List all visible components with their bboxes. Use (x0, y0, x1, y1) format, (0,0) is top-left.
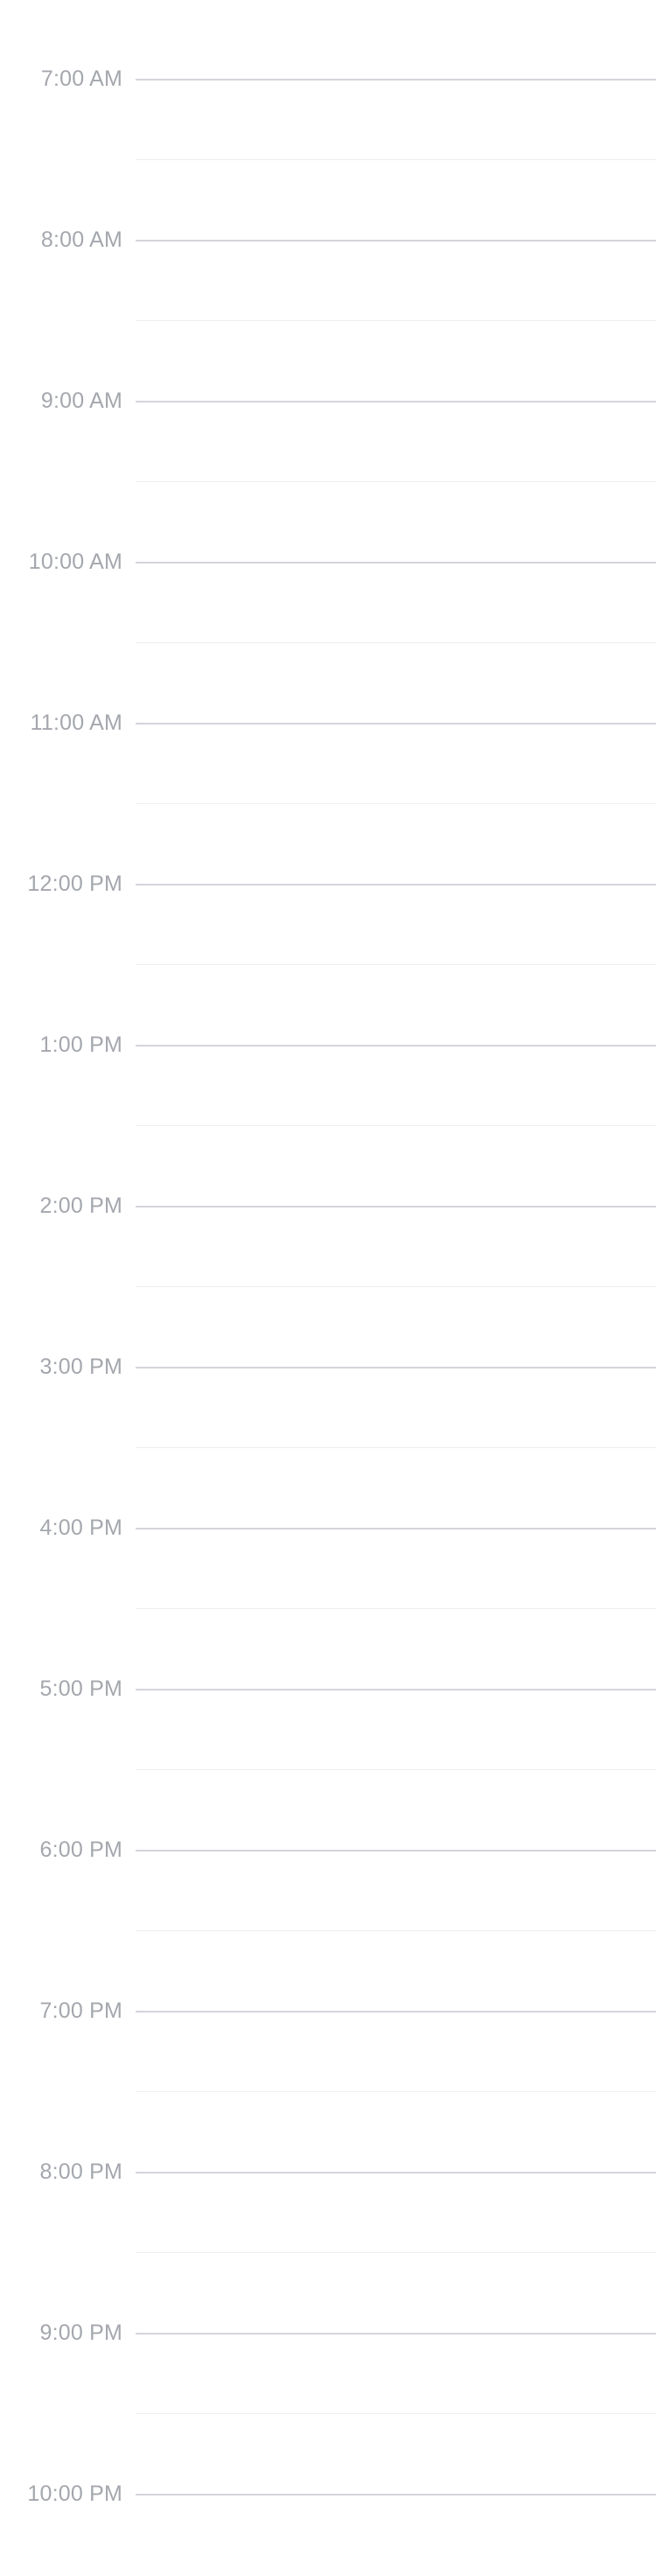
hour-label: 3:00 PM (39, 1354, 122, 1379)
hour-divider (136, 240, 656, 242)
hour-slot-9pm[interactable]: 9:00 PM (0, 2254, 656, 2415)
hour-label: 6:00 PM (39, 1838, 122, 1862)
hour-divider (136, 79, 656, 80)
hour-label: 11:00 AM (30, 710, 122, 735)
hour-label: 9:00 PM (39, 2320, 122, 2345)
hour-divider (136, 1689, 656, 1690)
hour-divider (136, 1850, 656, 1852)
hour-label: 4:00 PM (39, 1516, 122, 1540)
hour-label: 12:00 PM (27, 872, 122, 896)
hour-slot-4pm[interactable]: 4:00 PM (0, 1449, 656, 1610)
hour-divider (136, 2494, 656, 2496)
hour-slot-8am[interactable]: 8:00 AM (0, 161, 656, 322)
half-hour-divider (136, 159, 656, 160)
hour-label: 2:00 PM (39, 1194, 122, 1218)
half-hour-divider (136, 2252, 656, 2253)
half-hour-divider (136, 803, 656, 804)
hour-label: 5:00 PM (39, 1676, 122, 1701)
hour-divider (136, 1045, 656, 1046)
hour-slot-11am[interactable]: 11:00 AM (0, 644, 656, 805)
hour-divider (136, 1367, 656, 1368)
half-hour-divider (136, 1125, 656, 1126)
hour-slot-5pm[interactable]: 5:00 PM (0, 1610, 656, 1771)
hour-divider (136, 1528, 656, 1530)
day-timeline[interactable]: 7:00 AM 8:00 AM 9:00 AM 10:00 AM 11:00 A… (0, 0, 656, 2574)
half-hour-divider (136, 320, 656, 321)
hour-label: 8:00 AM (40, 228, 122, 252)
hour-divider (136, 1206, 656, 1208)
hour-divider (136, 562, 656, 564)
half-hour-divider (136, 964, 656, 965)
half-hour-divider (136, 1608, 656, 1609)
hour-slot-9am[interactable]: 9:00 AM (0, 322, 656, 483)
hour-divider (136, 2011, 656, 2012)
hour-divider (136, 2333, 656, 2334)
hour-label: 7:00 AM (40, 66, 122, 91)
half-hour-divider (136, 2413, 656, 2414)
hour-divider (136, 723, 656, 724)
hour-label: 1:00 PM (39, 1032, 122, 1057)
half-hour-divider (136, 1769, 656, 1770)
hour-slot-12pm[interactable]: 12:00 PM (0, 805, 656, 966)
half-hour-divider (136, 481, 656, 482)
hour-slot-3pm[interactable]: 3:00 PM (0, 1288, 656, 1449)
hour-slot-10am[interactable]: 10:00 AM (0, 483, 656, 644)
half-hour-divider (136, 642, 656, 643)
hour-label: 10:00 PM (27, 2482, 122, 2506)
hour-slot-7am[interactable]: 7:00 AM (0, 0, 656, 161)
hour-divider (136, 401, 656, 402)
hour-label: 9:00 AM (40, 388, 122, 413)
hour-slot-10pm[interactable]: 10:00 PM (0, 2415, 656, 2576)
half-hour-divider (136, 1930, 656, 1931)
hour-slot-1pm[interactable]: 1:00 PM (0, 966, 656, 1127)
half-hour-divider (136, 1286, 656, 1287)
half-hour-divider (136, 2091, 656, 2092)
hour-label: 8:00 PM (39, 2160, 122, 2184)
hour-label: 7:00 PM (39, 1998, 122, 2023)
hour-divider (136, 2172, 656, 2174)
hour-slot-8pm[interactable]: 8:00 PM (0, 2093, 656, 2254)
hour-divider (136, 884, 656, 886)
half-hour-divider (136, 1447, 656, 1448)
hour-slot-2pm[interactable]: 2:00 PM (0, 1127, 656, 1288)
hour-slot-7pm[interactable]: 7:00 PM (0, 1932, 656, 2093)
hour-slot-6pm[interactable]: 6:00 PM (0, 1771, 656, 1932)
hour-label: 10:00 AM (28, 550, 122, 574)
